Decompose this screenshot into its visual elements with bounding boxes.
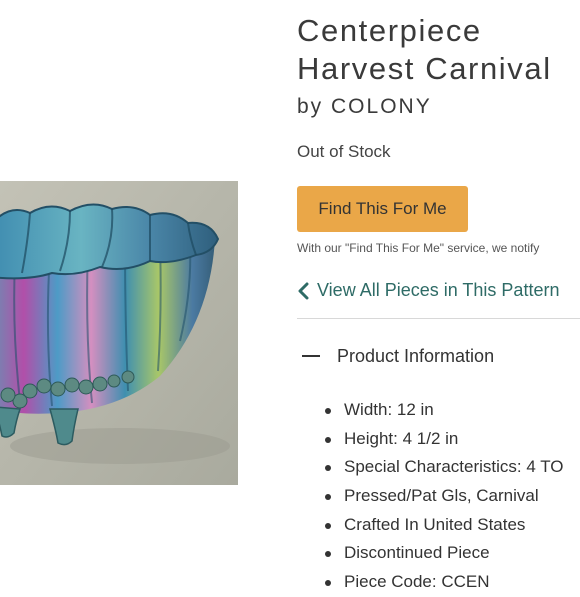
- info-item-width: Width: 12 in: [325, 396, 564, 425]
- product-image[interactable]: [0, 181, 238, 485]
- info-item-piece-code: Piece Code: CCEN: [325, 568, 564, 597]
- product-title-line-2: Harvest Carnival: [297, 51, 552, 86]
- product-title-line-1: Centerpiece: [297, 13, 482, 48]
- product-information-list: Width: 12 in Height: 4 1/2 in Special Ch…: [325, 396, 564, 597]
- minus-icon[interactable]: [302, 355, 320, 357]
- product-maker: by COLONY: [297, 95, 432, 118]
- info-item-height: Height: 4 1/2 in: [325, 425, 564, 454]
- view-all-pieces-label: View All Pieces in This Pattern: [317, 280, 560, 300]
- info-item-origin: Crafted In United States: [325, 511, 564, 540]
- product-information-toggle[interactable]: Product Information: [297, 340, 580, 372]
- carnival-glass-bowl-photo: [0, 181, 238, 485]
- stock-status: Out of Stock: [297, 142, 391, 161]
- view-all-pieces-link[interactable]: View All Pieces in This Pattern: [297, 280, 559, 301]
- section-divider: [297, 318, 580, 319]
- product-information-heading: Product Information: [337, 345, 495, 366]
- info-item-discontinued: Discontinued Piece: [325, 539, 564, 568]
- product-title: Centerpiece Harvest Carnival: [297, 12, 552, 88]
- chevron-left-icon: [298, 282, 309, 299]
- info-item-glass-type: Pressed/Pat Gls, Carnival: [325, 482, 564, 511]
- find-this-for-me-button[interactable]: Find This For Me: [297, 186, 468, 232]
- find-service-description: With our "Find This For Me" service, we …: [297, 241, 540, 255]
- info-item-special-characteristics: Special Characteristics: 4 TO: [325, 453, 564, 482]
